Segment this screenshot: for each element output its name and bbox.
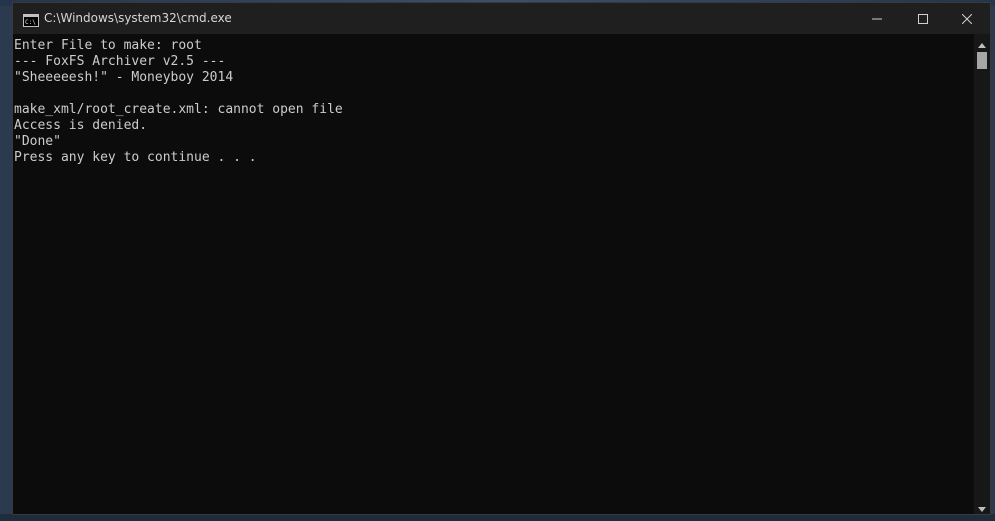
scrollbar-thumb[interactable] — [977, 52, 987, 69]
console-line: Press any key to continue . . . — [14, 150, 257, 165]
minimize-button[interactable] — [854, 3, 900, 34]
vertical-scrollbar[interactable] — [974, 34, 990, 514]
close-button[interactable] — [944, 3, 990, 34]
svg-text:C:\: C:\ — [25, 19, 36, 26]
scroll-up-arrow-icon — [978, 33, 986, 52]
console-line: --- FoxFS Archiver v2.5 --- — [14, 54, 226, 69]
console-line: make_xml/root_create.xml: cannot open fi… — [14, 102, 343, 117]
cmd-window[interactable]: C:\ C:\Windows\system32\cmd.exe Enter Fi… — [12, 2, 991, 515]
cmd-icon: C:\ — [23, 12, 39, 27]
console-line: Access is denied. — [14, 118, 148, 133]
console-line: "Sheeeeesh!" - Moneyboy 2014 — [14, 70, 234, 85]
maximize-button[interactable] — [900, 3, 946, 34]
close-icon — [961, 9, 973, 28]
scroll-up-button[interactable] — [974, 34, 990, 50]
maximize-icon — [918, 9, 928, 28]
console-line: "Done" — [14, 134, 61, 149]
console-line: Enter File to make: root — [14, 38, 202, 53]
minimize-icon — [872, 9, 882, 28]
console-output[interactable]: Enter File to make: root --- FoxFS Archi… — [13, 34, 974, 514]
scroll-down-button[interactable] — [974, 498, 990, 514]
title-bar[interactable]: C:\ C:\Windows\system32\cmd.exe — [13, 3, 990, 34]
scroll-down-arrow-icon — [978, 497, 986, 516]
window-title: C:\Windows\system32\cmd.exe — [44, 11, 232, 25]
taskbar-area — [0, 514, 995, 521]
